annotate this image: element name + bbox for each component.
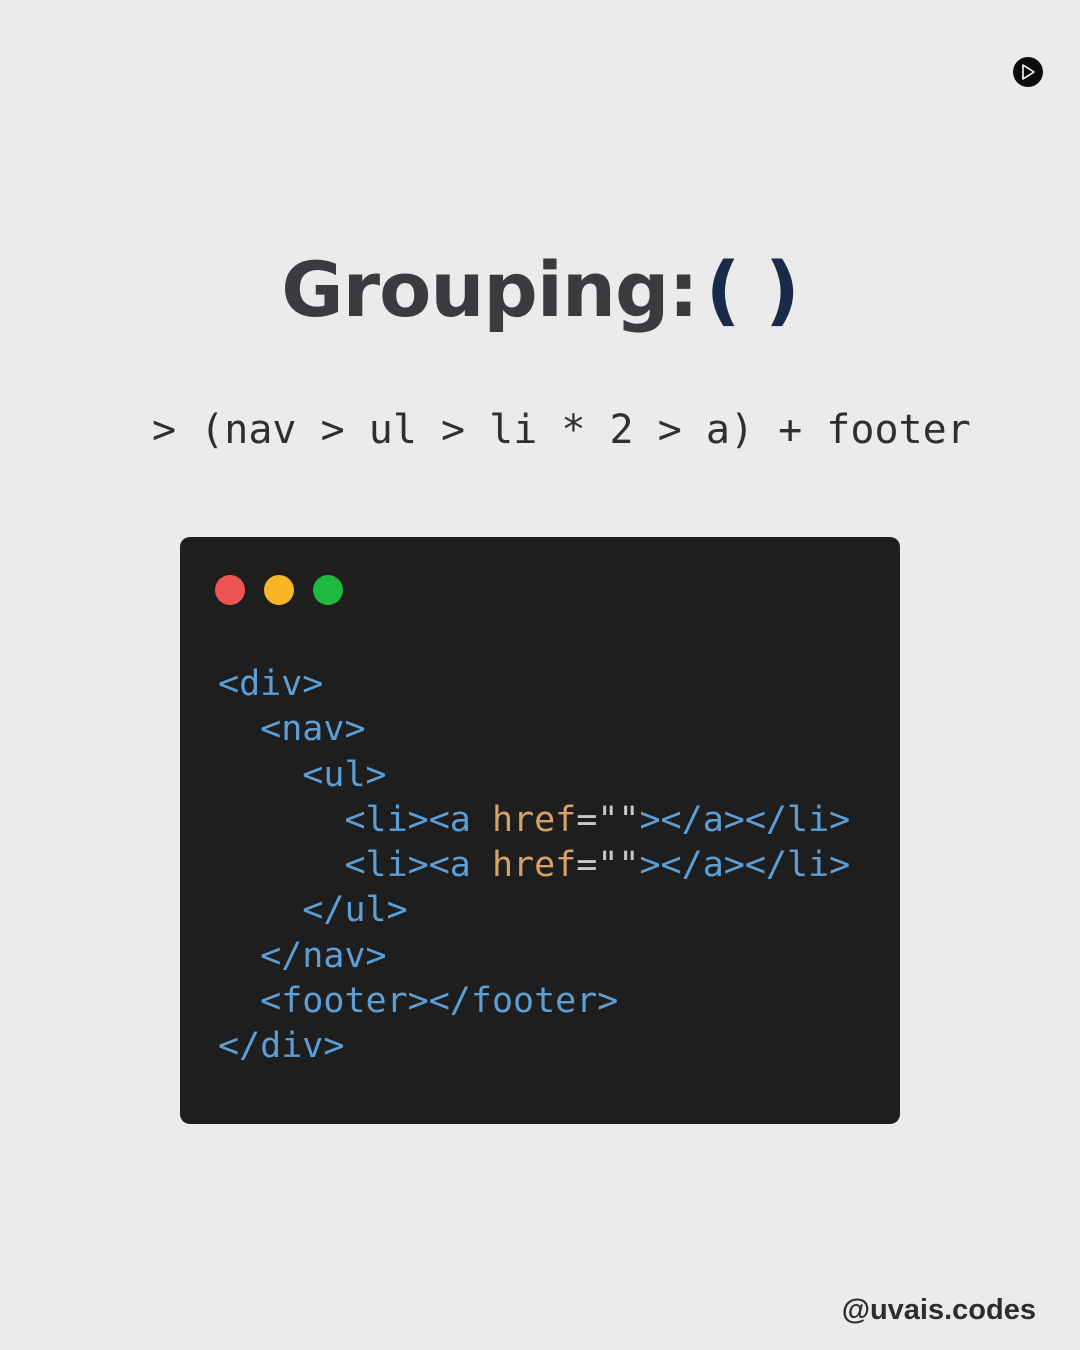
author-handle: @uvais.codes xyxy=(841,1294,1036,1326)
code-token-tag: <nav> xyxy=(260,709,366,750)
code-line: </nav> xyxy=(218,934,850,979)
next-slide-button[interactable] xyxy=(1013,57,1043,87)
code-token-tag: <div> xyxy=(218,664,324,704)
emmet-command: > (nav > ul > li * 2 > a) + footer xyxy=(152,407,971,453)
code-token-tag: </div> xyxy=(218,1026,345,1067)
code-token-tag: <footer></footer> xyxy=(260,981,619,1022)
code-token-str: = xyxy=(576,845,598,886)
close-window-dot xyxy=(215,575,245,605)
code-token-tag: <ul> xyxy=(302,754,387,795)
page-title: Grouping:( ) xyxy=(0,244,1080,336)
code-token-tag: ></a></li> xyxy=(639,799,851,840)
code-editor-window: <div> <nav> <ul> <li><a href=""></a></li… xyxy=(180,537,900,1124)
code-token-str: "" xyxy=(597,845,640,886)
code-block: <div> <nav> <ul> <li><a href=""></a></li… xyxy=(218,662,850,1070)
title-text: Grouping: xyxy=(281,245,699,334)
code-line: <div> xyxy=(218,662,850,707)
code-line: </div> xyxy=(218,1024,850,1069)
code-line: <ul> xyxy=(218,753,850,798)
code-token-tag: <li><a xyxy=(344,845,492,886)
code-token-tag: </ul> xyxy=(302,890,408,931)
code-line: <li><a href=""></a></li> xyxy=(218,843,850,888)
title-symbol: ( ) xyxy=(705,245,800,334)
play-arrow-icon xyxy=(1022,64,1035,80)
code-token-tag: </nav> xyxy=(260,935,387,976)
code-token-tag: ></a></li> xyxy=(639,845,851,886)
code-line: <li><a href=""></a></li> xyxy=(218,798,850,843)
code-line: <footer></footer> xyxy=(218,979,850,1024)
code-token-attr: href xyxy=(491,799,577,840)
code-token-str: "" xyxy=(597,799,640,840)
code-token-tag: <li><a xyxy=(344,799,492,840)
code-line: </ul> xyxy=(218,888,850,933)
code-line: <nav> xyxy=(218,707,850,752)
code-token-str: = xyxy=(576,799,598,840)
minimize-window-dot xyxy=(264,575,294,605)
code-token-attr: href xyxy=(491,845,577,886)
maximize-window-dot xyxy=(313,575,343,605)
